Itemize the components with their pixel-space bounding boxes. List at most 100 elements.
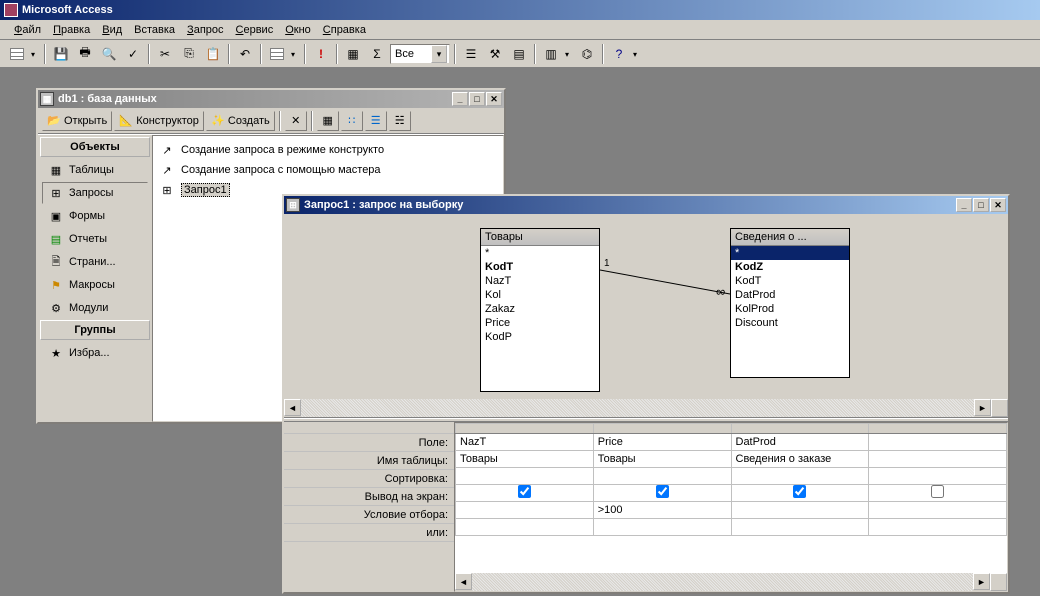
field-row[interactable]: Price (481, 316, 599, 330)
menu-service[interactable]: Сервис (230, 22, 280, 38)
grid-cell[interactable]: NazT (456, 434, 594, 451)
cut-button[interactable]: ✂ (154, 43, 176, 65)
q-min-button[interactable]: _ (956, 198, 972, 212)
help-button[interactable]: ? (608, 43, 630, 65)
grid-cell[interactable] (456, 519, 594, 536)
build-button[interactable]: ⚒ (484, 43, 506, 65)
field-row[interactable]: Kol (481, 288, 599, 302)
show-checkbox[interactable] (656, 485, 669, 498)
scroll-track[interactable] (301, 399, 974, 417)
field-row[interactable]: NazT (481, 274, 599, 288)
showtable-button[interactable]: ▦ (342, 43, 364, 65)
sidebar-item-pages[interactable]: 🗎Страни... (42, 251, 148, 273)
show-checkbox[interactable] (518, 485, 531, 498)
field-row[interactable]: * (731, 246, 849, 260)
show-checkbox[interactable] (793, 485, 806, 498)
sidebar-item-forms[interactable]: ▣Формы (42, 205, 148, 227)
menu-window[interactable]: Окно (279, 22, 317, 38)
field-row[interactable]: Discount (731, 316, 849, 330)
view-button[interactable] (6, 43, 28, 65)
field-row[interactable]: * (481, 246, 599, 260)
grid-cell[interactable]: Price (593, 434, 731, 451)
db-design-button[interactable]: 📐Конструктор (114, 111, 204, 131)
db-detailview-button[interactable]: ☵ (389, 111, 411, 131)
field-row[interactable]: KodT (481, 260, 599, 274)
sidebar-item-macros[interactable]: ⚑Макросы (42, 274, 148, 296)
field-row[interactable]: DatProd (731, 288, 849, 302)
menu-edit[interactable]: Правка (47, 22, 96, 38)
db-new-button[interactable]: ✨Создать (206, 111, 275, 131)
menu-help[interactable]: Справка (317, 22, 372, 38)
query-window-titlebar[interactable]: ⊞ Запрос1 : запрос на выборку _ □ ✕ (284, 196, 1008, 214)
q-close-button[interactable]: ✕ (990, 198, 1006, 212)
newobj-button[interactable]: ▥ (540, 43, 562, 65)
grid-cell-show[interactable] (731, 485, 869, 502)
querytype-button[interactable] (266, 43, 288, 65)
sidebar-item-tables[interactable]: ▦Таблицы (42, 159, 148, 181)
field-row[interactable]: KolProd (731, 302, 849, 316)
grid-cell[interactable]: Товары (593, 451, 731, 468)
menu-view[interactable]: Вид (96, 22, 128, 38)
grid-cell[interactable]: Товары (456, 451, 594, 468)
menu-insert[interactable]: Вставка (128, 22, 181, 38)
topvalues-combo[interactable]: Все (390, 44, 450, 64)
spell-button[interactable]: ✓ (122, 43, 144, 65)
db-largeicons-button[interactable]: ▦ (317, 111, 339, 131)
sidebar-item-queries[interactable]: ⊞Запросы (42, 182, 148, 204)
db-delete-button[interactable]: ✕ (285, 111, 307, 131)
field-row[interactable]: Zakaz (481, 302, 599, 316)
grid-cell-show[interactable] (456, 485, 594, 502)
sidebar-group-favorites[interactable]: ★Избра... (42, 342, 148, 364)
scroll-left-button[interactable]: ◄ (284, 399, 301, 416)
print-button[interactable]: 🖶 (74, 43, 96, 65)
grid-cell[interactable]: Сведения о заказе (731, 451, 869, 468)
menu-file[interactable]: Файл (8, 22, 47, 38)
grid-cell[interactable] (869, 468, 1007, 485)
table-box-tovary[interactable]: Товары * KodT NazT Kol Zakaz Price KodP (480, 228, 600, 392)
properties-button[interactable]: ☰ (460, 43, 482, 65)
grid-cell[interactable] (731, 519, 869, 536)
scroll-right-button[interactable]: ► (973, 573, 990, 590)
scroll-track[interactable] (472, 573, 973, 591)
field-row[interactable]: KodP (481, 330, 599, 344)
list-item[interactable]: ↗Создание запроса с помощью мастера (157, 160, 499, 180)
sidebar-item-reports[interactable]: ▤Отчеты (42, 228, 148, 250)
grid-cell[interactable] (869, 434, 1007, 451)
grid-cell[interactable] (593, 519, 731, 536)
db-max-button[interactable]: □ (469, 92, 485, 106)
db-open-button[interactable]: 📂Открыть (42, 111, 112, 131)
grid-cell-show[interactable] (869, 485, 1007, 502)
totals-button[interactable]: Σ (366, 43, 388, 65)
copy-button[interactable]: ⎘ (178, 43, 200, 65)
table-box-svedeniya[interactable]: Сведения о ... * KodZ KodT DatProd KolPr… (730, 228, 850, 378)
db-smallicons-button[interactable]: ∷ (341, 111, 363, 131)
undo-button[interactable]: ↶ (234, 43, 256, 65)
grid-cell[interactable] (456, 502, 594, 519)
query-grid-hscroll[interactable]: ◄ ► (455, 573, 1007, 591)
grid-cell[interactable]: >100 (593, 502, 731, 519)
preview-button[interactable]: 🔍 (98, 43, 120, 65)
show-checkbox[interactable] (931, 485, 944, 498)
db-window-titlebar[interactable]: ▦ db1 : база данных _ □ ✕ (38, 90, 504, 108)
query-upper-hscroll[interactable]: ◄ ► (284, 399, 1008, 417)
scroll-left-button[interactable]: ◄ (455, 573, 472, 590)
paste-button[interactable]: 📋 (202, 43, 224, 65)
run-button[interactable]: ! (310, 43, 332, 65)
grid-cell[interactable] (869, 519, 1007, 536)
field-row[interactable]: KodZ (731, 260, 849, 274)
grid-cell[interactable] (593, 468, 731, 485)
grid-cell[interactable]: DatProd (731, 434, 869, 451)
field-row[interactable]: KodT (731, 274, 849, 288)
menu-query[interactable]: Запрос (181, 22, 229, 38)
db-listview-button[interactable]: ☰ (365, 111, 387, 131)
sidebar-item-modules[interactable]: ⚙Модули (42, 297, 148, 319)
dbwindow-button[interactable]: ▤ (508, 43, 530, 65)
query-grid[interactable]: NazT Price DatProd Товары Товары Сведени… (454, 422, 1008, 592)
grid-cell[interactable] (731, 468, 869, 485)
query-diagram[interactable]: Товары * KodT NazT Kol Zakaz Price KodP … (284, 214, 1008, 399)
q-max-button[interactable]: □ (973, 198, 989, 212)
list-item[interactable]: ↗Создание запроса в режиме конструкто (157, 140, 499, 160)
scroll-right-button[interactable]: ► (974, 399, 991, 416)
relations-button[interactable]: ⌬ (576, 43, 598, 65)
grid-cell[interactable] (731, 502, 869, 519)
